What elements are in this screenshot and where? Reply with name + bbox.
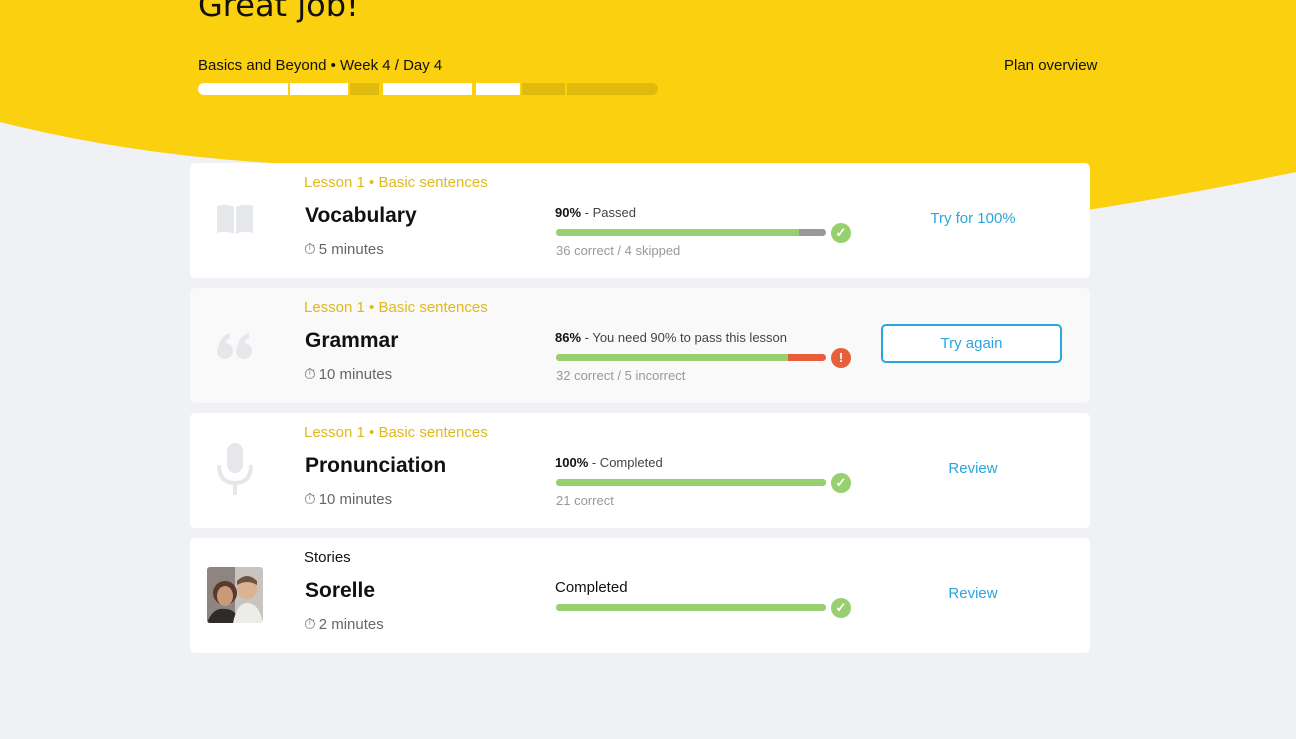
stopwatch-icon: ⏱ xyxy=(304,491,316,508)
story-card: Stories Sorelle ⏱ 2 minutes Completed ✓ R… xyxy=(190,538,1090,653)
plan-title: Basics and Beyond • Week 4 / Day 4 xyxy=(198,57,443,74)
lesson-title: Vocabulary xyxy=(305,204,417,227)
lesson-subtitle: Lesson 1 • Basic sentences xyxy=(304,424,488,441)
plan-progress-bar xyxy=(198,83,658,95)
score-text: - You need 90% to pass this lesson xyxy=(581,330,788,345)
lesson-duration: ⏱ 10 minutes xyxy=(304,491,393,508)
progress-fill xyxy=(556,229,799,236)
review-link[interactable]: Review xyxy=(880,585,1066,602)
plan-overview-link[interactable]: Plan overview xyxy=(1004,57,1097,74)
progress-fill xyxy=(556,479,826,486)
score-text: - Completed xyxy=(588,455,663,470)
lesson-card: Lesson 1 • Basic sentences Pronunciation… xyxy=(190,413,1090,528)
score-text: - Passed xyxy=(581,205,636,220)
lesson-duration: ⏱ 10 minutes xyxy=(304,366,393,383)
exclamation-icon: ! xyxy=(831,348,851,368)
lesson-score: 90% - Passed xyxy=(555,205,636,220)
lesson-stats: 36 correct / 4 skipped xyxy=(556,243,681,258)
check-icon: ✓ xyxy=(831,473,851,493)
score-percent: 90% xyxy=(555,205,582,220)
plan-progress-segment xyxy=(198,83,288,95)
lesson-progress-bar xyxy=(556,354,826,361)
page-title: Great job! xyxy=(198,0,359,24)
story-photo xyxy=(207,567,263,623)
lesson-subtitle: Lesson 1 • Basic sentences xyxy=(304,299,488,316)
story-status: Completed xyxy=(555,579,628,596)
try-for-100-link[interactable]: Try for 100% xyxy=(880,210,1066,227)
plan-progress-segment xyxy=(290,83,348,95)
progress-fill xyxy=(556,354,789,361)
lesson-progress-bar xyxy=(556,479,826,486)
lesson-progress-bar xyxy=(556,229,826,236)
plan-progress-segment xyxy=(476,83,520,95)
score-percent: 86% xyxy=(555,330,582,345)
lesson-card: Lesson 1 • Basic sentences Vocabulary ⏱ 5… xyxy=(190,163,1090,278)
stopwatch-icon: ⏱ xyxy=(304,616,316,633)
lesson-score: 86% - You need 90% to pass this lesson xyxy=(555,330,787,345)
lesson-stats: 21 correct xyxy=(556,493,614,508)
try-again-button[interactable]: Try again xyxy=(881,324,1062,363)
story-title: Sorelle xyxy=(305,579,376,602)
story-label: Stories xyxy=(304,549,351,566)
check-icon: ✓ xyxy=(831,598,851,618)
quote-icon xyxy=(217,333,252,359)
stopwatch-icon: ⏱ xyxy=(304,241,316,258)
plan-progress-segment xyxy=(383,83,472,95)
lesson-score: 100% - Completed xyxy=(555,455,663,470)
plan-progress-segment xyxy=(350,83,379,95)
score-percent: 100% xyxy=(555,455,589,470)
book-icon xyxy=(217,204,253,234)
microphone-icon xyxy=(217,443,253,495)
lesson-duration: ⏱ 5 minutes xyxy=(304,241,384,258)
lesson-subtitle: Lesson 1 • Basic sentences xyxy=(304,174,488,191)
lesson-title: Pronunciation xyxy=(305,454,447,477)
lesson-title: Grammar xyxy=(305,329,399,352)
stopwatch-icon: ⏱ xyxy=(304,366,316,383)
plan-progress-segment xyxy=(522,83,565,95)
lesson-card: Lesson 1 • Basic sentences Grammar ⏱ 10 m… xyxy=(190,288,1090,403)
lesson-stats: 32 correct / 5 incorrect xyxy=(556,368,686,383)
check-icon: ✓ xyxy=(831,223,851,243)
lesson-progress-bar xyxy=(556,604,826,611)
review-link[interactable]: Review xyxy=(880,460,1066,477)
plan-progress-segment xyxy=(567,83,658,95)
lesson-duration: ⏱ 2 minutes xyxy=(304,616,384,633)
progress-fill xyxy=(556,604,826,611)
